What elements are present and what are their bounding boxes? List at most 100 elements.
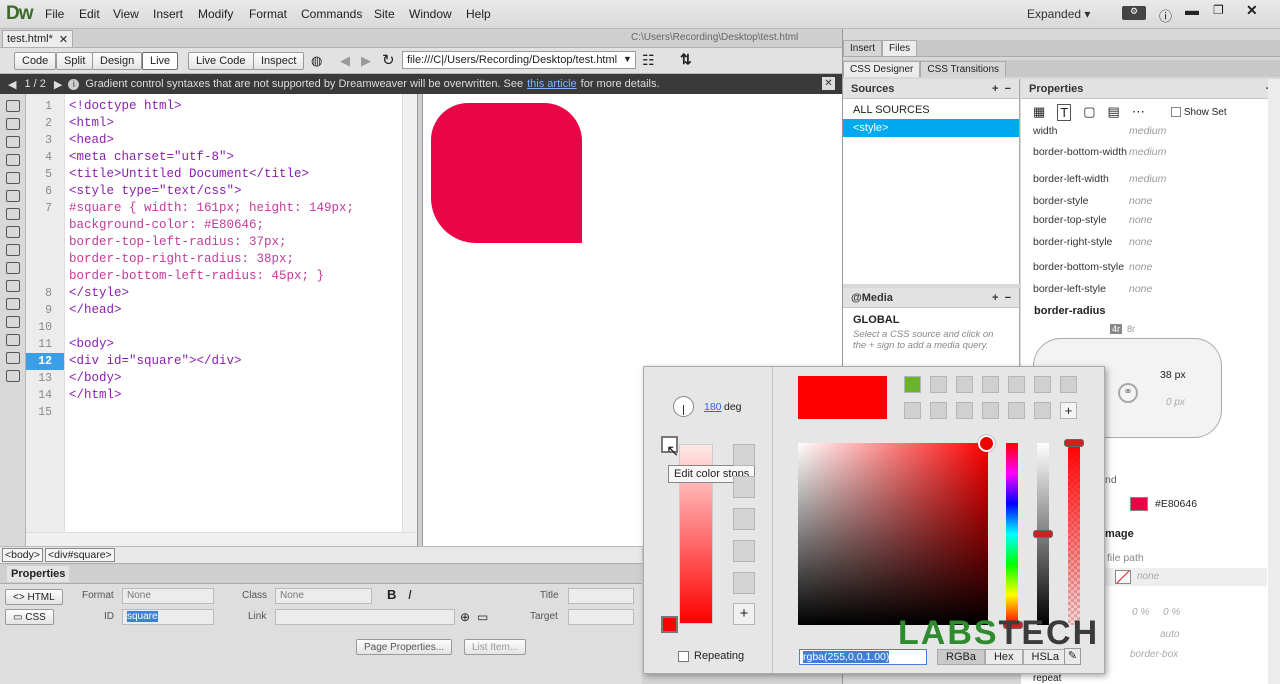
live-code-button[interactable]: Live Code xyxy=(188,52,254,70)
code-horizontal-scrollbar[interactable] xyxy=(26,532,417,546)
repeating-checkbox[interactable] xyxy=(678,650,689,662)
swatch-empty[interactable] xyxy=(1034,376,1051,393)
prop-border-bottom-style-value[interactable]: none xyxy=(1129,261,1152,273)
line-number[interactable]: 7 xyxy=(26,200,64,217)
swatch-empty[interactable] xyxy=(1008,376,1025,393)
lightness-slider-knob[interactable] xyxy=(1033,530,1053,538)
line-number[interactable]: 5 xyxy=(26,166,64,183)
alpha-slider[interactable] xyxy=(1068,443,1080,625)
code-editor[interactable]: <!doctype html> <html> <head> <meta charset… xyxy=(65,94,417,532)
swatch-empty[interactable] xyxy=(1034,402,1051,419)
code-line[interactable]: <style type="text/css"> xyxy=(65,183,417,200)
expand-all-icon[interactable] xyxy=(5,154,20,166)
close-window-icon[interactable]: ✕ xyxy=(1246,2,1258,19)
menu-view[interactable]: View xyxy=(113,7,139,21)
menu-format[interactable]: Format xyxy=(249,7,287,21)
position-x[interactable]: 0 % xyxy=(1132,607,1149,618)
gradient-slot[interactable] xyxy=(733,444,755,466)
repeating-option[interactable]: Repeating xyxy=(678,650,744,662)
angle-value[interactable]: 180 xyxy=(704,401,722,413)
code-line[interactable]: <meta charset="utf-8"> xyxy=(65,149,417,166)
info-close-icon[interactable]: ✕ xyxy=(822,77,835,90)
info-next-icon[interactable]: ▶ xyxy=(54,78,62,91)
source-style[interactable]: <style> xyxy=(843,119,1019,137)
menu-site[interactable]: Site xyxy=(374,7,395,21)
add-gradient-icon[interactable]: + xyxy=(733,603,755,625)
gradient-slot[interactable] xyxy=(733,476,755,498)
browse-folder-icon[interactable]: ▭ xyxy=(477,610,488,624)
code-line[interactable]: <!doctype html> xyxy=(65,98,417,115)
tag-body[interactable]: <body> xyxy=(2,548,44,562)
prop-width-value[interactable]: medium xyxy=(1129,125,1166,137)
prop-border-style-value[interactable]: none xyxy=(1129,195,1152,207)
globe-icon[interactable]: ◍ xyxy=(311,53,322,69)
file-transfer-icon[interactable]: ⇅ xyxy=(680,51,692,68)
code-line[interactable] xyxy=(65,319,417,336)
apply-comment-icon[interactable] xyxy=(5,280,20,292)
title-field[interactable] xyxy=(568,588,634,604)
gear-icon[interactable]: ⚙ xyxy=(1122,6,1146,20)
background-color-value[interactable]: #E80646 xyxy=(1155,498,1197,510)
minimize-icon[interactable]: ▬ xyxy=(1185,2,1199,18)
document-tab[interactable]: test.html* ✕ xyxy=(2,30,74,47)
code-line[interactable]: <html> xyxy=(65,115,417,132)
layout-category-icon[interactable]: ▦ xyxy=(1033,104,1045,120)
code-line[interactable]: </html> xyxy=(65,387,417,404)
prop-border-top-style-value[interactable]: none xyxy=(1129,214,1152,226)
line-number[interactable]: 15 xyxy=(26,404,64,421)
page-properties-button[interactable]: Page Properties... xyxy=(356,639,453,655)
close-tab-icon[interactable]: ✕ xyxy=(59,33,68,46)
split-view-button[interactable]: Split xyxy=(56,52,94,70)
swatch-empty[interactable] xyxy=(930,402,947,419)
radius-tab-8r[interactable]: 8r xyxy=(1127,324,1135,334)
info-article-link[interactable]: this article xyxy=(527,78,577,90)
line-number[interactable]: 9 xyxy=(26,302,64,319)
address-dropdown-icon[interactable]: ▼ xyxy=(623,54,632,64)
collapse-tag-icon[interactable] xyxy=(5,118,20,130)
position-y[interactable]: 0 % xyxy=(1163,607,1180,618)
code-line[interactable] xyxy=(65,404,417,421)
swatch-empty[interactable] xyxy=(1008,402,1025,419)
line-number[interactable]: 4 xyxy=(26,149,64,166)
background-color-swatch[interactable] xyxy=(1130,497,1148,511)
collapse-selection-icon[interactable] xyxy=(5,136,20,148)
properties-scrollbar[interactable] xyxy=(1268,79,1280,684)
code-line[interactable]: <div id="square"></div> xyxy=(65,353,417,370)
live-view-button[interactable]: Live xyxy=(142,52,179,70)
menu-help[interactable]: Help xyxy=(466,7,491,21)
code-vertical-scrollbar[interactable] xyxy=(402,94,417,532)
line-number[interactable]: 1 xyxy=(26,98,64,115)
line-number[interactable]: 12 xyxy=(26,353,64,370)
code-line[interactable]: #square { width: 161px; height: 149px; xyxy=(65,200,417,217)
background-category-icon[interactable]: ▤ xyxy=(1108,104,1120,120)
add-swatch-icon[interactable]: + xyxy=(1060,402,1077,419)
border-category-icon[interactable]: ▢ xyxy=(1083,104,1095,120)
source-all-sources[interactable]: ALL SOURCES xyxy=(843,101,1019,119)
swatch-empty[interactable] xyxy=(956,376,973,393)
menu-edit[interactable]: Edit xyxy=(79,7,100,21)
background-clip-value[interactable]: border-box xyxy=(1130,649,1178,660)
gradient-slot[interactable] xyxy=(733,540,755,562)
code-line[interactable]: border-top-right-radius: 38px; xyxy=(65,251,417,268)
balance-braces-icon[interactable] xyxy=(5,190,20,202)
radius-bottom-right[interactable]: 0 px xyxy=(1166,397,1185,408)
open-documents-icon[interactable] xyxy=(5,100,20,112)
alpha-slider-knob[interactable] xyxy=(1064,439,1084,447)
show-set-box[interactable] xyxy=(1170,107,1181,117)
text-category-icon[interactable]: T xyxy=(1057,103,1072,121)
prop-border-left-style-value[interactable]: none xyxy=(1129,283,1152,295)
html-mode-button[interactable]: <> HTML xyxy=(5,589,63,605)
design-view-button[interactable]: Design xyxy=(92,52,143,70)
line-number[interactable] xyxy=(26,234,64,251)
tab-css-transitions[interactable]: CSS Transitions xyxy=(920,60,1007,77)
line-number[interactable]: 11 xyxy=(26,336,64,353)
line-number[interactable]: 13 xyxy=(26,370,64,387)
code-line[interactable]: <head> xyxy=(65,132,417,149)
swatch-empty[interactable] xyxy=(930,376,947,393)
back-arrow-icon[interactable]: ◀ xyxy=(340,53,350,69)
bold-icon[interactable]: B xyxy=(387,587,396,602)
restore-icon[interactable]: ❐ xyxy=(1213,3,1224,17)
line-numbers-icon[interactable] xyxy=(5,208,20,220)
show-set-checkbox[interactable]: Show Set xyxy=(1170,107,1227,118)
list-item-button[interactable]: List Item... xyxy=(464,639,527,655)
